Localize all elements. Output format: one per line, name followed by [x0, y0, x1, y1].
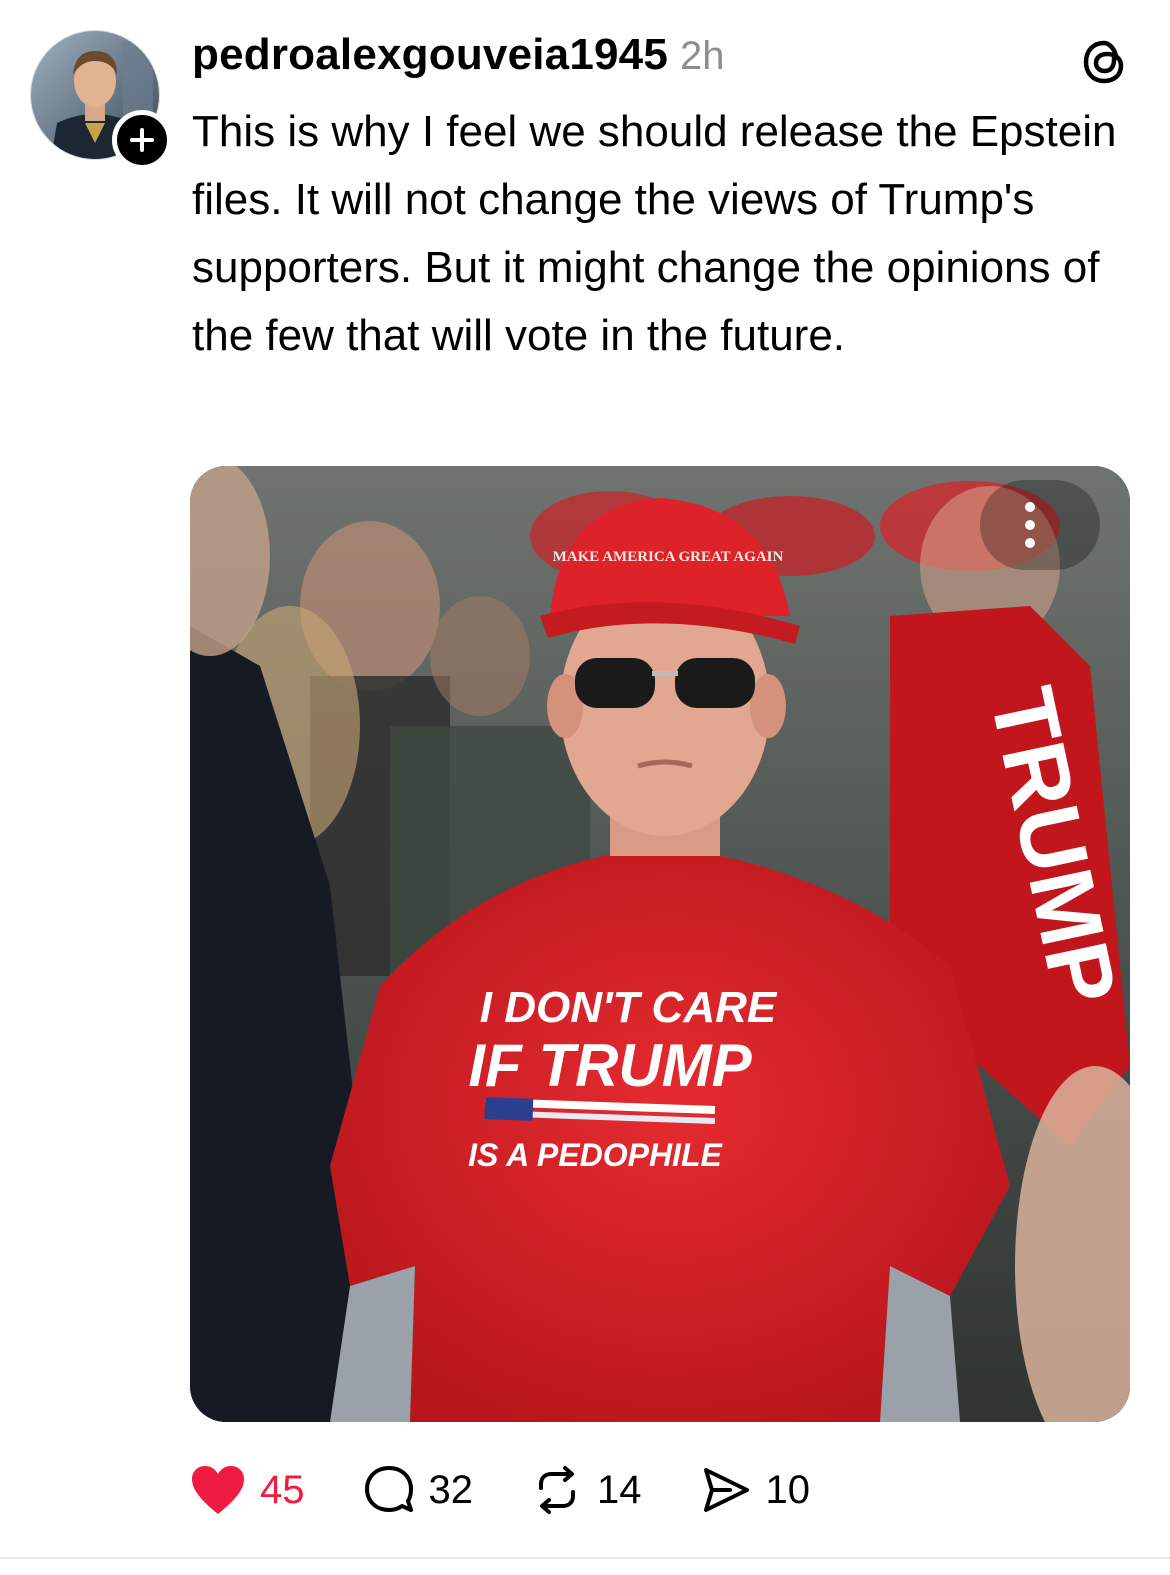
follow-button[interactable]	[112, 110, 172, 170]
comment-button[interactable]: 32	[363, 1464, 474, 1516]
threads-logo-button[interactable]	[1078, 36, 1130, 88]
threads-logo-icon	[1083, 40, 1124, 84]
image-more-options-button[interactable]	[980, 480, 1100, 570]
post-image[interactable]: TRUMP MAKE AMERICA GREAT AGAIN I DON'T C…	[190, 466, 1130, 1422]
threads-post: pedroalexgouveia1945 2h This is why I fe…	[0, 0, 1170, 1575]
share-button[interactable]: 10	[700, 1464, 811, 1516]
follow-plus-icon	[130, 128, 154, 152]
share-count: 10	[765, 1467, 811, 1512]
username[interactable]: pedroalexgouveia1945	[192, 30, 668, 80]
repost-count: 14	[597, 1467, 642, 1512]
comment-count: 32	[428, 1467, 474, 1512]
hat-text: MAKE AMERICA GREAT AGAIN	[553, 549, 784, 565]
action-bar: 45 32 14 10	[190, 1460, 868, 1520]
share-icon	[703, 1468, 749, 1512]
timestamp: 2h	[680, 34, 725, 78]
heart-icon	[192, 1466, 244, 1514]
repost-icon	[539, 1466, 575, 1514]
shirt-text-line2: IF TRUMP	[468, 1032, 752, 1099]
like-button[interactable]: 45	[190, 1464, 305, 1516]
comment-icon	[364, 1466, 413, 1512]
post-text: This is why I feel we should release the…	[192, 107, 1117, 360]
avatar-container[interactable]	[30, 30, 172, 170]
repost-button[interactable]: 14	[531, 1464, 642, 1516]
more-options-icon	[1025, 502, 1035, 548]
shirt-text-line1: I DON'T CARE	[480, 983, 778, 1032]
like-count: 45	[260, 1467, 305, 1512]
post-header: pedroalexgouveia1945 2h	[192, 30, 725, 90]
shirt-text-line3: IS A PEDOPHILE	[468, 1137, 723, 1173]
divider	[0, 1557, 1170, 1559]
